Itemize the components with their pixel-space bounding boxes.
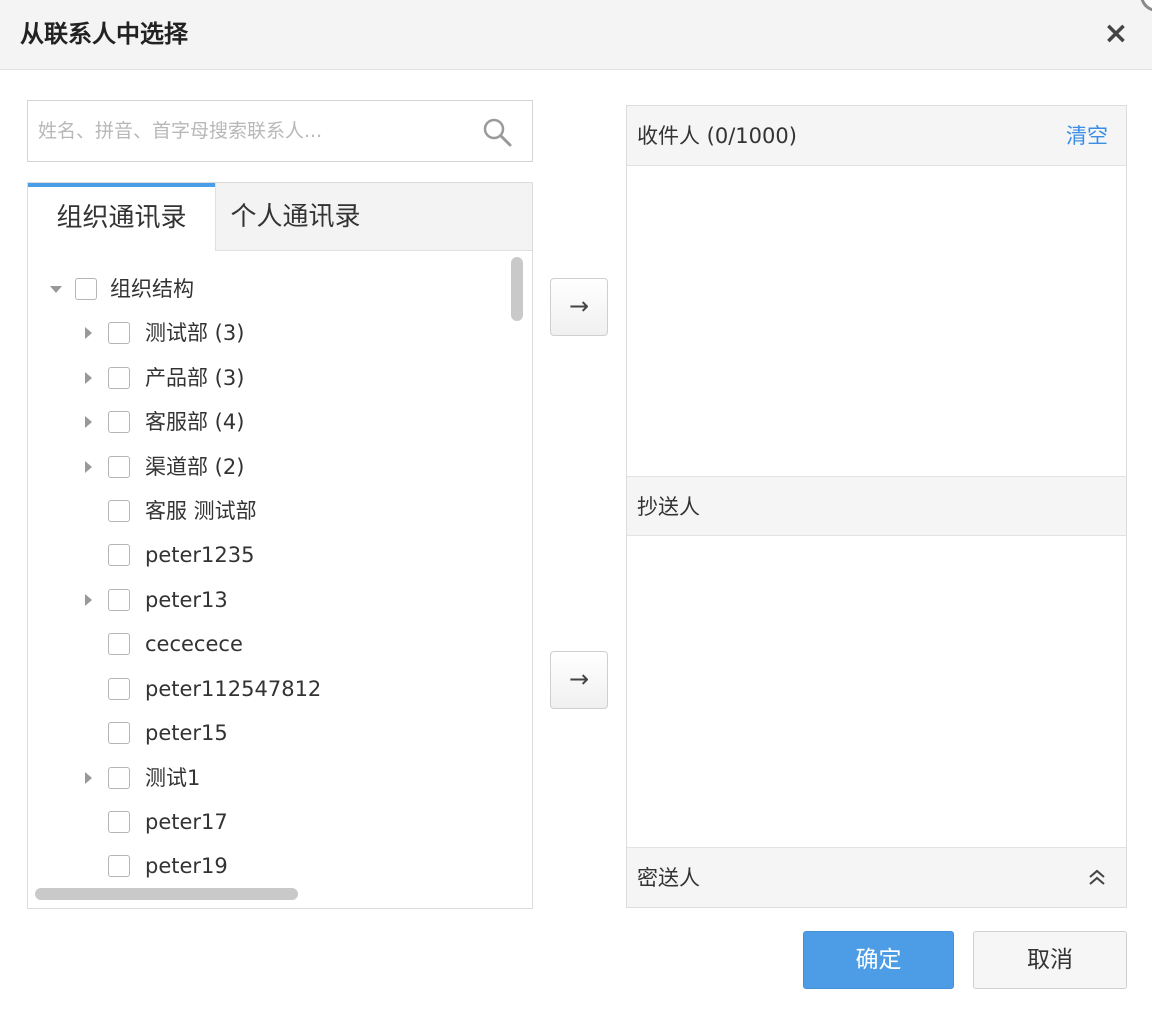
search-box xyxy=(27,100,533,162)
search-input[interactable] xyxy=(38,101,478,161)
tree-item-label: 测试1 xyxy=(145,766,201,790)
tree-item[interactable]: 测试部 (3) xyxy=(28,311,498,355)
tree-item-label: peter1235 xyxy=(145,543,255,567)
tree-item-label: peter17 xyxy=(145,810,228,834)
tree-checkbox[interactable] xyxy=(108,855,130,877)
clear-button[interactable]: 清空 xyxy=(1066,106,1108,166)
recipients-panel: 收件人 (0/1000) 清空 抄送人 密送人 xyxy=(626,105,1127,908)
tree-checkbox[interactable] xyxy=(108,411,130,433)
tree-checkbox[interactable] xyxy=(108,589,130,611)
search-icon[interactable] xyxy=(480,115,514,149)
tree-checkbox[interactable] xyxy=(108,722,130,744)
tree-checkbox[interactable] xyxy=(108,811,130,833)
close-button[interactable]: × xyxy=(1102,18,1130,50)
tree-item[interactable]: peter1235 xyxy=(28,533,498,577)
horizontal-scrollbar[interactable] xyxy=(35,888,298,900)
tree-checkbox[interactable] xyxy=(108,633,130,655)
tree-checkbox[interactable] xyxy=(108,367,130,389)
cancel-button[interactable]: 取消 xyxy=(973,931,1127,989)
tree-checkbox[interactable] xyxy=(75,278,97,300)
tree-item[interactable]: 渠道部 (2) xyxy=(28,445,498,489)
add-to-recipients-button[interactable]: → xyxy=(550,278,608,336)
corner-circle-icon xyxy=(1140,0,1152,12)
cc-recipient-list[interactable] xyxy=(627,537,1126,847)
tree-checkbox[interactable] xyxy=(108,544,130,566)
tree-root-row[interactable]: 组织结构 xyxy=(28,267,498,311)
to-label: 收件人 (0/1000) xyxy=(637,124,797,148)
expand-arrow-icon[interactable] xyxy=(85,327,92,339)
tree-checkbox[interactable] xyxy=(108,322,130,344)
add-to-cc-button[interactable]: → xyxy=(550,651,608,709)
confirm-button[interactable]: 确定 xyxy=(803,931,954,989)
tree-item[interactable]: peter15 xyxy=(28,711,498,755)
org-tree: 组织结构 测试部 (3) 产品部 (3) 客服部 (4) 渠道部 (2) 客服 … xyxy=(28,253,508,893)
dialog-title: 从联系人中选择 xyxy=(20,20,188,48)
cc-label: 抄送人 xyxy=(637,495,700,519)
tree-item-label: 渠道部 (2) xyxy=(145,455,245,479)
expand-arrow-icon[interactable] xyxy=(85,372,92,384)
tree-item[interactable]: cecececе xyxy=(28,622,498,666)
tab-personal-directory[interactable]: 个人通讯录 xyxy=(215,183,375,251)
to-section-header: 收件人 (0/1000) 清空 xyxy=(627,106,1126,166)
tree-root-label: 组织结构 xyxy=(110,277,194,301)
contact-panel: 组织通讯录 个人通讯录 组织结构 测试部 (3) 产品部 (3) 客服部 (4)… xyxy=(27,182,533,909)
tree-item-label: peter15 xyxy=(145,721,228,745)
tree-item[interactable]: 客服 测试部 xyxy=(28,489,498,533)
tree-item-label: 客服 测试部 xyxy=(145,499,257,523)
bcc-label: 密送人 xyxy=(637,866,700,890)
double-chevron-up-icon[interactable] xyxy=(1086,866,1108,890)
expand-arrow-icon[interactable] xyxy=(85,772,92,784)
cc-section-header: 抄送人 xyxy=(627,476,1126,536)
expand-arrow-icon[interactable] xyxy=(85,594,92,606)
tab-org-directory[interactable]: 组织通讯录 xyxy=(28,183,215,252)
tree-item[interactable]: peter19 xyxy=(28,844,498,888)
tab-bar: 组织通讯录 个人通讯录 xyxy=(28,183,532,252)
tree-item-label: 产品部 (3) xyxy=(145,366,245,390)
tree-item-label: peter19 xyxy=(145,854,228,878)
tree-item[interactable]: peter17 xyxy=(28,800,498,844)
collapse-arrow-icon[interactable] xyxy=(50,286,62,293)
tree-checkbox[interactable] xyxy=(108,678,130,700)
tree-item-label: 客服部 (4) xyxy=(145,410,245,434)
bcc-section-header[interactable]: 密送人 xyxy=(627,847,1126,907)
tree-item[interactable]: peter112547812 xyxy=(28,667,498,711)
tree-item[interactable]: 测试1 xyxy=(28,756,498,800)
expand-arrow-icon[interactable] xyxy=(85,416,92,428)
tree-item-label: 测试部 (3) xyxy=(145,321,245,345)
to-recipient-list[interactable] xyxy=(627,166,1126,476)
tree-item-label: peter13 xyxy=(145,588,228,612)
tree-item-label: peter112547812 xyxy=(145,677,322,701)
tree-checkbox[interactable] xyxy=(108,767,130,789)
tree-item[interactable]: 产品部 (3) xyxy=(28,356,498,400)
tree-checkbox[interactable] xyxy=(108,456,130,478)
tree-item[interactable]: 客服部 (4) xyxy=(28,400,498,444)
tree-item-label: cecececе xyxy=(145,632,243,656)
dialog-header: 从联系人中选择 × xyxy=(0,0,1152,70)
vertical-scrollbar[interactable] xyxy=(511,257,523,321)
expand-arrow-icon[interactable] xyxy=(85,461,92,473)
tree-item[interactable]: peter13 xyxy=(28,578,498,622)
tree-checkbox[interactable] xyxy=(108,500,130,522)
